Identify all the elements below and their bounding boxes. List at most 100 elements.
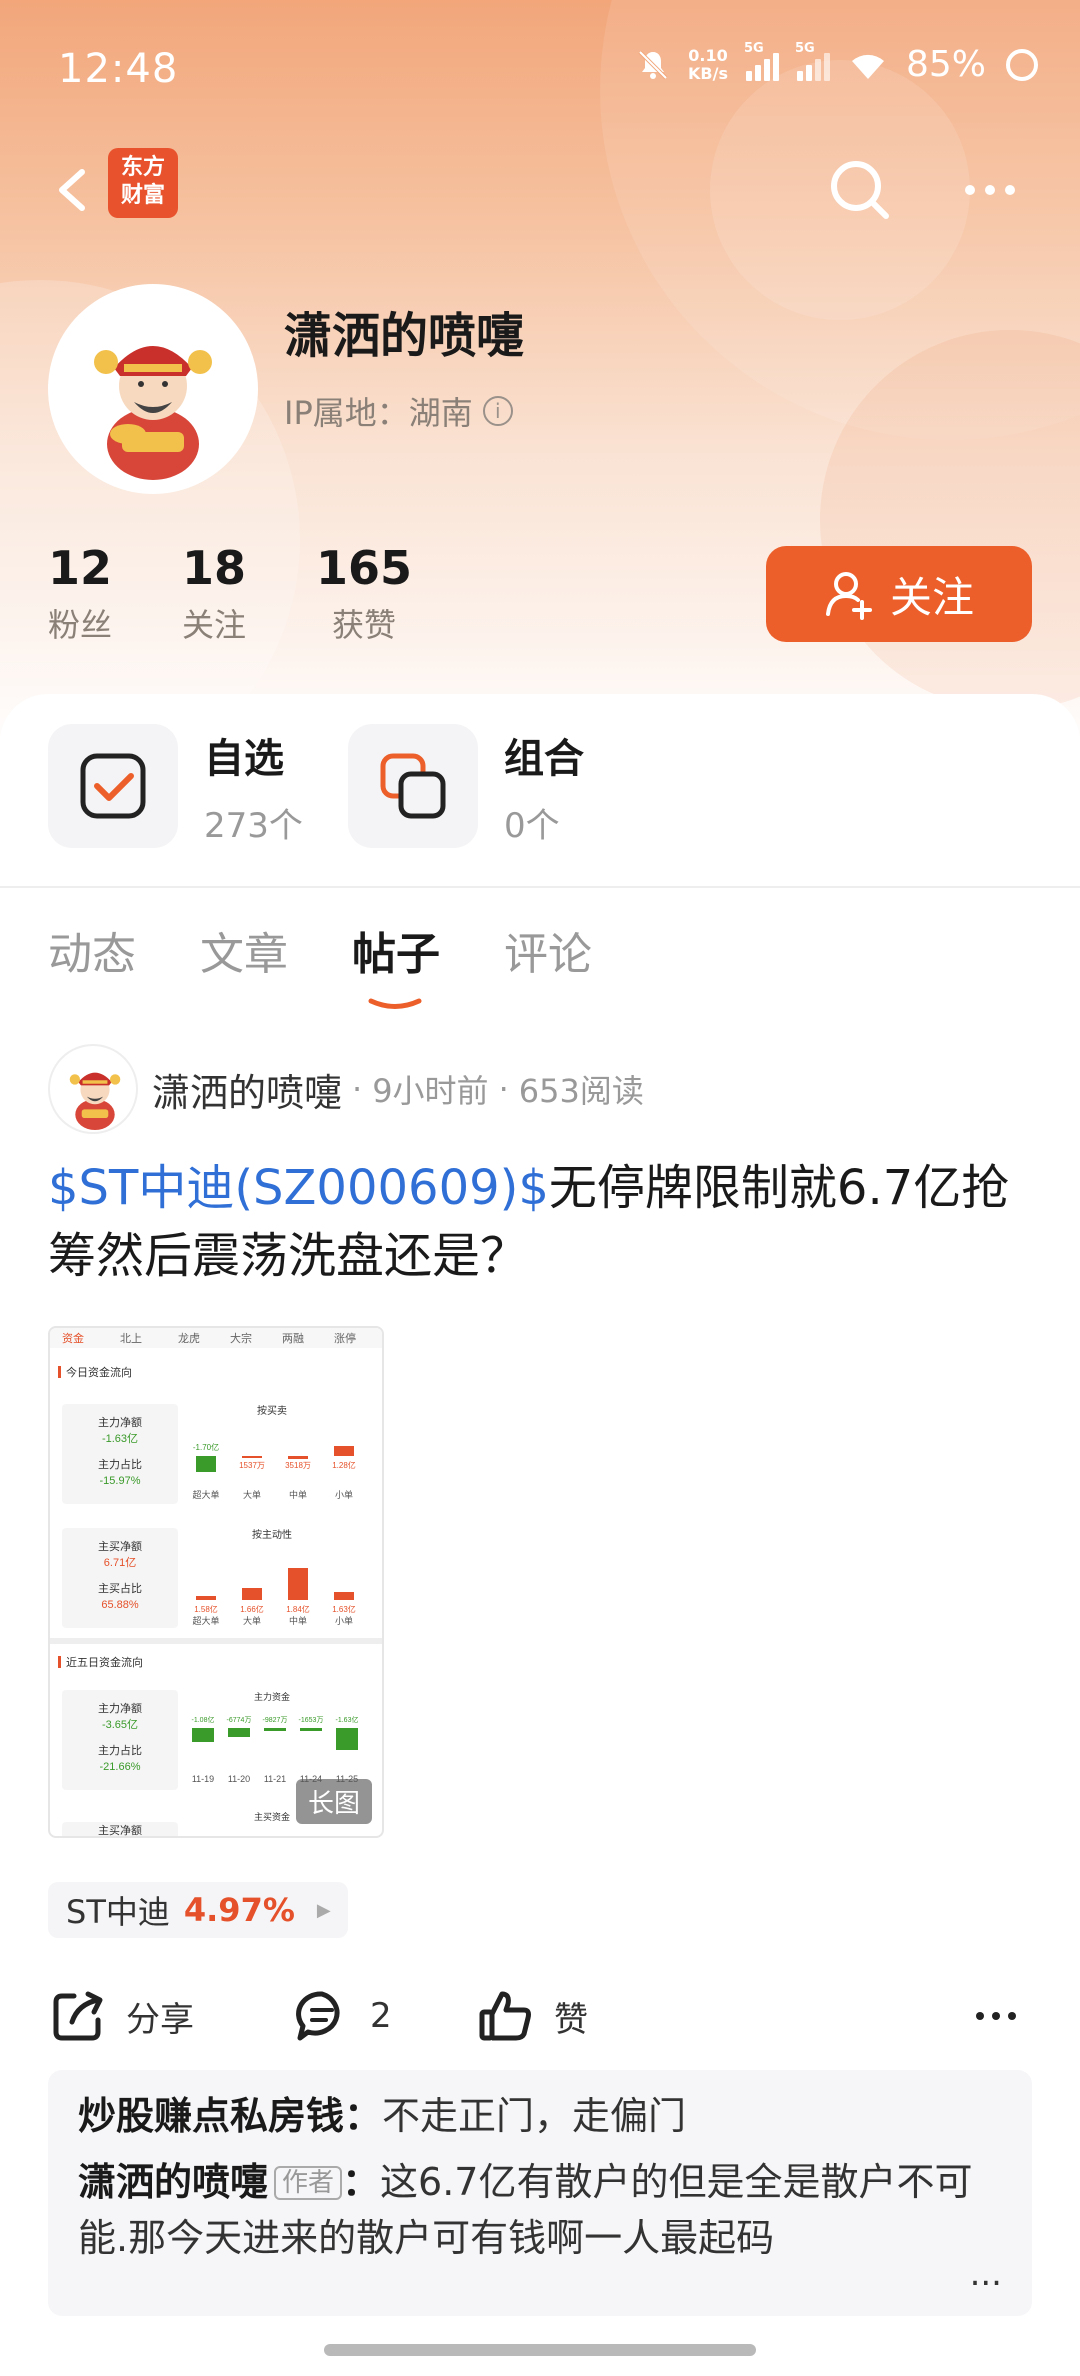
info-icon[interactable]: i bbox=[482, 396, 513, 426]
thumb-cat: 超大单 bbox=[192, 1489, 219, 1500]
battery-ring-icon bbox=[1006, 48, 1038, 81]
signal-1-icon: 5G bbox=[744, 41, 779, 81]
thumb-bar-label: -1.08亿 bbox=[192, 1715, 215, 1724]
thumb-tab: 两融 bbox=[282, 1332, 304, 1345]
stat-likes[interactable]: 165 获赞 bbox=[316, 540, 412, 646]
thumb-box-label: 主力净额 bbox=[98, 1415, 142, 1429]
post-actions: 分享 2 赞 bbox=[48, 1976, 1032, 2056]
shortcut-portfolio[interactable]: 组合 0个 bbox=[348, 724, 648, 848]
thumb-bar-label: 1537万 bbox=[239, 1461, 265, 1470]
add-user-icon bbox=[825, 572, 872, 620]
comment-text: 不走正门，走偏门 bbox=[382, 2094, 687, 2138]
thumb-box-label: 主力占比 bbox=[98, 1743, 142, 1757]
thumb-cat: 小单 bbox=[335, 1615, 353, 1626]
comment-colon: ： bbox=[342, 2160, 381, 2204]
tab-comments[interactable]: 评论 bbox=[504, 918, 592, 982]
shortcut-count: 273个 bbox=[204, 805, 303, 846]
thumb-bar-label: 1.28亿 bbox=[332, 1460, 356, 1470]
thumb-bar-label: 1.58亿 bbox=[194, 1604, 218, 1614]
app-logo[interactable]: 东方 财富 bbox=[108, 148, 178, 218]
long-image-badge: 长图 bbox=[295, 1779, 372, 1824]
thumb-bar bbox=[334, 1592, 354, 1600]
thumb-cat: 大单 bbox=[243, 1489, 261, 1500]
profile-avatar[interactable] bbox=[48, 284, 258, 494]
search-button[interactable] bbox=[820, 150, 900, 230]
thumb-box-value: -15.97% bbox=[100, 1475, 141, 1487]
thumb-cat: 中单 bbox=[289, 1489, 307, 1500]
signal-2-label: 5G bbox=[794, 40, 815, 56]
thumb-bar bbox=[192, 1728, 214, 1742]
more-dots-icon bbox=[976, 2012, 1016, 2020]
post-image[interactable]: 资金 北上 龙虎 大宗 两融 涨停 今日资金流向 主力净额 -1.63亿 主力占… bbox=[48, 1326, 384, 1838]
thumb-section-title: 今日资金流向 bbox=[66, 1365, 132, 1379]
stock-link[interactable]: $ST中迪(SZ000609)$ bbox=[48, 1160, 549, 1216]
share-label: 分享 bbox=[126, 1999, 194, 2040]
tab-activity[interactable]: 动态 bbox=[48, 918, 136, 982]
thumb-tab: 龙虎 bbox=[178, 1332, 200, 1345]
thumb-cat: 大单 bbox=[243, 1615, 261, 1626]
thumb-box-value: 65.88% bbox=[101, 1599, 139, 1611]
shortcut-count: 0个 bbox=[504, 805, 560, 846]
share-button[interactable]: 分享 bbox=[48, 1976, 194, 2056]
back-button[interactable] bbox=[44, 150, 104, 230]
thumb-box-value: 6.71亿 bbox=[104, 1556, 136, 1569]
post-author-avatar[interactable] bbox=[48, 1044, 138, 1134]
like-button[interactable]: 赞 bbox=[476, 1976, 588, 2056]
comment-preview[interactable]: 炒股赚点私房钱：不走正门，走偏门 潇洒的喷嚏 作者 ：这6.7亿有散户的但是全是散户… bbox=[48, 2070, 1032, 2316]
follow-button[interactable]: 关注 bbox=[766, 546, 1032, 642]
thumb-box-value: -21.66% bbox=[100, 1761, 141, 1773]
post-author-name[interactable]: 潇洒的喷嚏 bbox=[152, 1062, 342, 1117]
content-card: 自选 273个 组合 0个 动态 文章 帖子 评论 潇洒的喷嚏 · 9小时前 ·… bbox=[0, 694, 1080, 2376]
thumb-bar bbox=[196, 1596, 216, 1600]
stat-label: 关注 bbox=[182, 606, 247, 644]
thumb-bar-label: 1.84亿 bbox=[286, 1604, 310, 1614]
ip-location: IP属地：湖南 i bbox=[284, 388, 513, 434]
thumb-section-title: 近五日资金流向 bbox=[66, 1655, 143, 1669]
watchlist-icon-box bbox=[48, 724, 178, 848]
chevron-left-icon bbox=[59, 169, 85, 211]
stat-value: 18 bbox=[182, 541, 247, 595]
more-options-button[interactable] bbox=[950, 150, 1030, 230]
net-speed-unit: KB/s bbox=[688, 63, 728, 83]
thumb-bar bbox=[336, 1728, 358, 1750]
thumb-chart-title: 主力资金 bbox=[254, 1691, 290, 1702]
thumb-cat: 超大单 bbox=[192, 1615, 219, 1626]
post-title[interactable]: $ST中迪(SZ000609)$无停牌限制就6.7亿抢筹然后震荡洗盘还是？ bbox=[48, 1154, 1038, 1290]
comment-user[interactable]: 炒股赚点私房钱 bbox=[78, 2094, 344, 2138]
tab-articles[interactable]: 文章 bbox=[200, 918, 288, 982]
stat-following[interactable]: 18 关注 bbox=[182, 540, 246, 646]
thumb-bar bbox=[264, 1728, 286, 1731]
post-more-button[interactable] bbox=[966, 1976, 1026, 2056]
shortcut-watchlist[interactable]: 自选 273个 bbox=[48, 724, 348, 848]
signal-2-icon: 5G bbox=[795, 41, 830, 81]
comment-user[interactable]: 潇洒的喷嚏 bbox=[78, 2160, 268, 2204]
thumb-bar-label: 1.66亿 bbox=[240, 1604, 264, 1614]
play-arrow-icon: ▶ bbox=[316, 1899, 331, 1921]
thumb-box-label: 主力净额 bbox=[98, 1701, 142, 1715]
thumb-bar bbox=[288, 1568, 308, 1600]
thumb-date: 11-20 bbox=[228, 1774, 250, 1784]
stock-chip-change: 4.97% bbox=[183, 1891, 295, 1929]
thumb-box-value: -1.63亿 bbox=[102, 1432, 138, 1445]
thumb-date: 11-21 bbox=[264, 1774, 286, 1784]
god-of-wealth-avatar-icon bbox=[69, 1072, 121, 1130]
stock-quote-chip[interactable]: ST中迪 4.97% ▶ bbox=[48, 1882, 348, 1938]
thumb-tab: 涨停 bbox=[334, 1331, 356, 1345]
tab-posts[interactable]: 帖子 bbox=[352, 918, 440, 1009]
thumb-box-label: 主买占比 bbox=[98, 1581, 142, 1595]
active-tab-indicator bbox=[368, 998, 422, 1009]
profile-username: 潇洒的喷嚏 bbox=[284, 308, 525, 364]
thumb-bar-label: -9827万 bbox=[263, 1716, 288, 1724]
god-of-wealth-avatar-icon bbox=[94, 346, 212, 480]
stat-fans[interactable]: 12 粉丝 bbox=[48, 540, 112, 646]
comment-button[interactable]: 2 bbox=[292, 1976, 392, 2056]
thumb-chart-title: 主买资金 bbox=[254, 1811, 290, 1822]
comment-count: 2 bbox=[370, 1996, 392, 2036]
top-nav: 东方 财富 bbox=[0, 140, 1080, 240]
thumb-bar-label: -1653万 bbox=[299, 1716, 324, 1724]
ip-location-text: IP属地：湖南 bbox=[284, 394, 473, 432]
portfolio-icon bbox=[380, 753, 446, 819]
home-indicator[interactable] bbox=[324, 2344, 756, 2356]
signal-1-label: 5G bbox=[743, 40, 764, 56]
checkbox-icon bbox=[80, 753, 146, 819]
